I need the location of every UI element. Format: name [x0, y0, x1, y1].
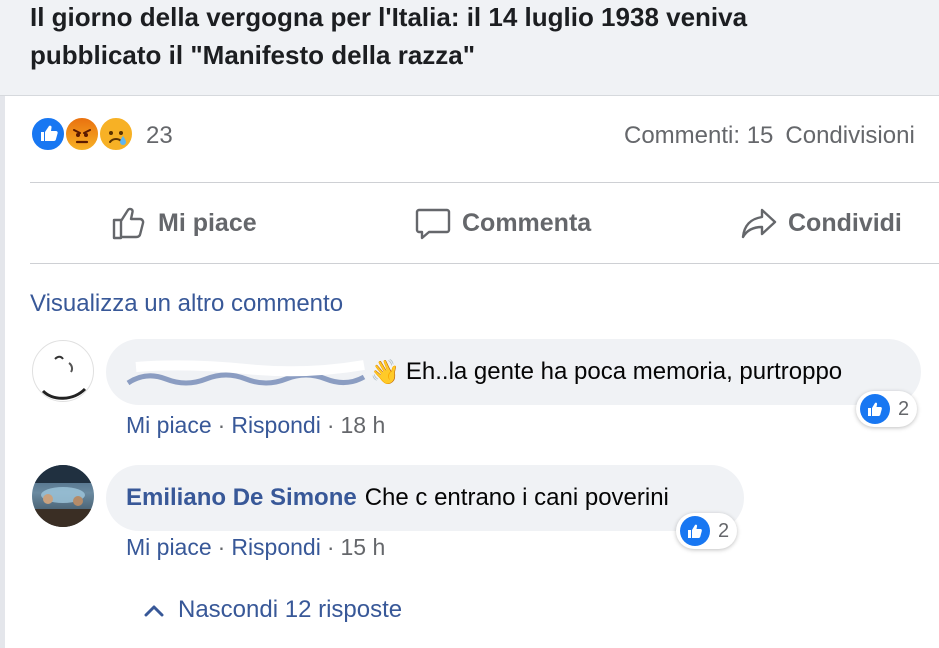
- like-button-label: Mi piace: [158, 208, 257, 237]
- comment-button-label: Commenta: [462, 208, 592, 237]
- hide-replies-label: Nascondi 12 risposte: [178, 596, 403, 623]
- comment-reply-link[interactable]: Rispondi: [231, 412, 321, 438]
- waving-hand-emoji: 👋: [370, 358, 400, 386]
- comment-reply-link[interactable]: Rispondi: [231, 534, 321, 560]
- comment-timestamp[interactable]: 18 h: [341, 412, 386, 438]
- avatar[interactable]: [32, 465, 94, 527]
- comment-bubble[interactable]: 👋 Eh..la gente ha poca memoria, purtropp…: [106, 339, 921, 405]
- comment-text: Che c entrano i cani poverini: [364, 484, 669, 511]
- like-button[interactable]: Mi piace: [110, 200, 257, 246]
- share-arrow-icon: [741, 208, 777, 239]
- comment-meta: Mi piace · Rispondi · 15 h: [126, 534, 386, 560]
- share-button[interactable]: Condividi: [740, 200, 902, 246]
- comment-meta: Mi piace · Rispondi · 18 h: [126, 412, 386, 438]
- comment-like-link[interactable]: Mi piace: [126, 412, 212, 438]
- thumbs-up-icon: [112, 207, 145, 240]
- comment-timestamp[interactable]: 15 h: [341, 534, 386, 560]
- view-more-comments-link[interactable]: Visualizza un altro commento: [30, 290, 343, 318]
- comment-like-count: 2: [898, 397, 910, 420]
- chevron-up-icon: [144, 605, 164, 617]
- comments-count-link[interactable]: Commenti: 15: [624, 122, 773, 149]
- angry-reaction-icon: [64, 116, 100, 152]
- shares-count-link[interactable]: Condivisioni: [785, 122, 914, 149]
- share-button-label: Condividi: [788, 208, 902, 237]
- sad-reaction-icon: [98, 116, 134, 152]
- divider-bottom: [30, 263, 939, 264]
- avatar[interactable]: [32, 340, 94, 402]
- post-title-line-2[interactable]: pubblicato il "Manifesto della razza": [30, 40, 475, 70]
- comment-like-count: 2: [718, 519, 730, 542]
- like-icon: [680, 516, 710, 546]
- like-icon: [860, 394, 890, 424]
- comment-button[interactable]: Commenta: [414, 200, 591, 246]
- post-stats: Commenti: 15 Condivisioni: [624, 122, 927, 150]
- left-border: [0, 96, 5, 648]
- post-title-area: Il giorno della vergogna per l'Italia: i…: [0, 0, 939, 96]
- reaction-count[interactable]: 23: [146, 122, 173, 150]
- comment-bubble-icon: [415, 208, 451, 240]
- comment-like-link[interactable]: Mi piace: [126, 534, 212, 560]
- divider-top: [30, 182, 939, 183]
- obscured-author-name: [126, 357, 366, 386]
- post-title-line-1[interactable]: Il giorno della vergogna per l'Italia: i…: [30, 2, 747, 32]
- comment-text: Eh..la gente ha poca memoria, purtroppo: [405, 358, 843, 385]
- comment-author-link[interactable]: Emiliano De Simone: [126, 484, 357, 512]
- hide-replies-link[interactable]: Nascondi 12 risposte: [144, 596, 402, 624]
- comment-like-count-badge[interactable]: 2: [676, 513, 738, 549]
- like-reaction-icon: [30, 116, 66, 152]
- comment-like-count-badge[interactable]: 2: [856, 391, 918, 427]
- comment-bubble[interactable]: Emiliano De Simone Che c entrano i cani …: [106, 465, 744, 531]
